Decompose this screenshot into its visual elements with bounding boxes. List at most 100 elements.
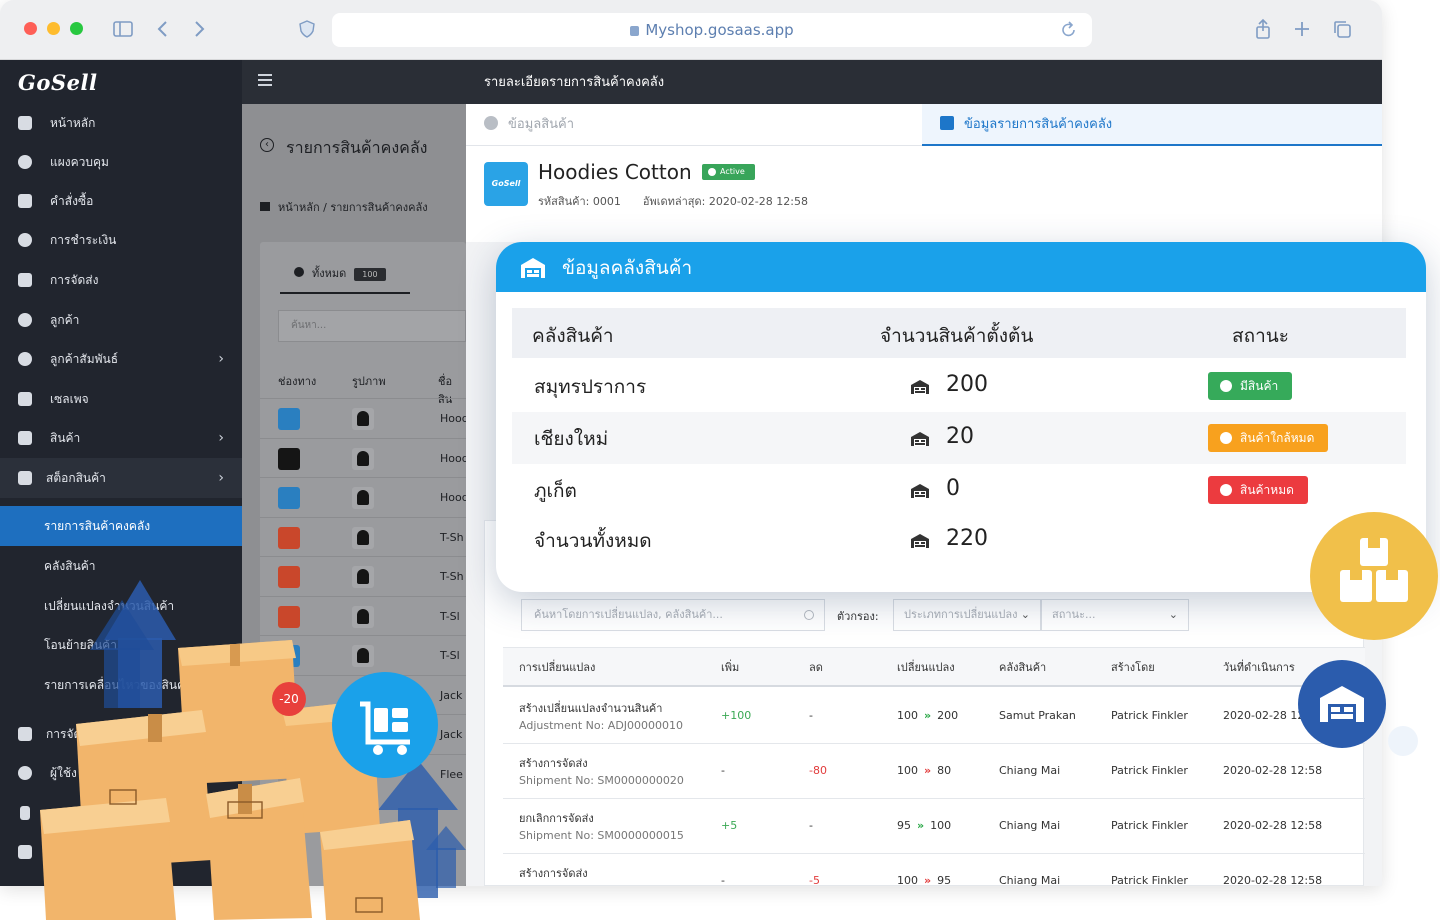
- warehouse-name: Chiang Mai: [999, 874, 1061, 886]
- table-row[interactable]: Hood: [260, 477, 469, 516]
- change-title: ยกเลิกการจัดส่ง: [519, 812, 594, 825]
- change-reference[interactable]: Shipment No: SM0000000015: [519, 884, 684, 886]
- ban-icon: [1220, 484, 1232, 496]
- sidebar-item-salepage[interactable]: เซลเพจ: [0, 379, 242, 419]
- warehouse-icon: [911, 380, 929, 394]
- search-icon: [804, 610, 814, 620]
- stock-status-badge: สินค้าหมด: [1208, 476, 1308, 504]
- double-chevron-right-icon: »: [924, 874, 932, 886]
- status-label: มีสินค้า: [1240, 379, 1279, 393]
- sidebar-item-shipping[interactable]: การจัดส่ง: [0, 260, 242, 300]
- breadcrumb-current: รายการสินค้าคงคลัง: [330, 201, 428, 214]
- close-window-dot[interactable]: [24, 22, 37, 35]
- url-text: Myshop.gosaas.app: [645, 21, 794, 39]
- breadcrumb-home[interactable]: หน้าหลัก: [278, 201, 320, 214]
- action-date: 2020-02-28 12:58: [1223, 764, 1323, 777]
- qty-subtracted: -: [809, 709, 813, 722]
- created-by: Patrick Finkler: [1111, 819, 1188, 832]
- shield-icon[interactable]: [296, 18, 318, 40]
- gosell-channel-icon: [278, 408, 300, 430]
- table-row[interactable]: Hood: [260, 437, 469, 477]
- change-title: สร้างเปลี่ยนแปลงจำนวนสินค้า: [519, 702, 663, 715]
- sidebar-item-label: รายการสินค้าคงคลัง: [44, 519, 151, 533]
- sidebar-item-customers[interactable]: ลูกค้า: [0, 300, 242, 340]
- tab-inventory-info[interactable]: ข้อมูลรายการสินค้าคงคลัง: [922, 104, 1382, 146]
- forward-icon[interactable]: [188, 18, 210, 40]
- dashboard-icon: [18, 155, 32, 169]
- column-header-date[interactable]: วันที่ดำเนินการ: [1223, 648, 1295, 688]
- new-tab-icon[interactable]: [1291, 18, 1313, 40]
- filter-type-select[interactable]: ประเภทการเปลี่ยนแปลง ⌄: [893, 599, 1041, 631]
- filter-status-select[interactable]: สถานะ... ⌄: [1041, 599, 1189, 631]
- column-header-delta[interactable]: เปลี่ยนแปลง: [897, 648, 955, 688]
- warehouse-circle-icon: [1298, 660, 1386, 748]
- column-header-add[interactable]: เพิ่ม: [721, 648, 739, 688]
- qty-subtracted: -80: [809, 764, 827, 777]
- qty-added: +100: [721, 709, 752, 722]
- table-row[interactable]: สร้างการจัดส่ง Shipment No: SM0000000020 -…: [503, 744, 1365, 799]
- address-bar[interactable]: Myshop.gosaas.app: [332, 13, 1092, 47]
- sidebar-item-products[interactable]: สินค้า ›: [0, 418, 242, 458]
- column-header-change[interactable]: การเปลี่ยนแปลง: [519, 648, 595, 688]
- gosell-logo[interactable]: GoSell: [18, 70, 97, 95]
- minimize-window-dot[interactable]: [47, 22, 60, 35]
- table-row[interactable]: ยกเลิกการจัดส่ง Shipment No: SM0000000015…: [503, 799, 1365, 854]
- back-icon[interactable]: [152, 18, 174, 40]
- warehouse-row: ภูเก็ต 0 สินค้าหมด: [512, 464, 1406, 516]
- zoom-window-dot[interactable]: [70, 22, 83, 35]
- product-image: [352, 487, 374, 509]
- qty-added: -: [721, 874, 725, 886]
- change-reference[interactable]: Shipment No: SM0000000020: [519, 774, 684, 787]
- tab-product-info[interactable]: ข้อมูลสินค้า: [484, 104, 574, 146]
- home-icon: [18, 116, 32, 130]
- column-header-initial-qty: จำนวนสินค้าตั้งต้น: [880, 325, 1034, 347]
- sidebar-item-stock[interactable]: สต็อกสินค้า ›: [0, 458, 242, 498]
- double-chevron-right-icon: »: [917, 819, 925, 832]
- total-label: จำนวนทั้งหมด: [534, 530, 652, 552]
- tab-label: ทั้งหมด: [312, 267, 347, 280]
- sidebar-item-crm[interactable]: ลูกค้าสัมพันธ์ ›: [0, 339, 242, 379]
- share-icon[interactable]: [1252, 18, 1274, 40]
- sidebar-item-dashboard[interactable]: แผงควบคุม: [0, 142, 242, 182]
- qty-change: 100 » 200: [897, 709, 958, 722]
- sidebar-sub-inventory-list[interactable]: รายการสินค้าคงคลัง: [0, 506, 242, 546]
- tab-all[interactable]: ทั้งหมด 100: [294, 264, 386, 282]
- sidebar-item-orders[interactable]: คำสั่งซื้อ: [0, 181, 242, 221]
- product-image: [352, 526, 374, 549]
- status-label: สินค้าใกล้หมด: [1240, 431, 1315, 445]
- reload-icon[interactable]: [1060, 13, 1078, 59]
- window-icon: [18, 392, 32, 406]
- table-row[interactable]: Hood: [260, 398, 469, 437]
- sidebar-item-label: หน้าหลัก: [50, 116, 96, 130]
- sidebar-item-home[interactable]: หน้าหลัก: [0, 103, 242, 143]
- column-header-warehouse[interactable]: คลังสินค้า: [999, 648, 1046, 688]
- change-reference[interactable]: Adjustment No: ADJ00000010: [519, 719, 683, 732]
- inventory-cart-circle-icon: [332, 672, 438, 778]
- column-header-created-by[interactable]: สร้างโดย: [1111, 648, 1155, 688]
- info-icon: [484, 116, 498, 130]
- table-row[interactable]: สร้างเปลี่ยนแปลงจำนวนสินค้า Adjustment No…: [503, 689, 1365, 744]
- search-input[interactable]: ค้นหา...: [278, 310, 466, 342]
- double-chevron-right-icon: »: [924, 764, 932, 777]
- page-title: รายการสินค้าคงคลัง: [286, 138, 428, 157]
- qty-change: 95 » 100: [897, 819, 951, 832]
- warehouse-name: Chiang Mai: [999, 819, 1061, 832]
- decorative-dot: [1388, 726, 1418, 756]
- history-search-input[interactable]: ค้นหาโดยการเปลี่ยนแปลง, คลังสินค้า...: [521, 599, 825, 631]
- column-header-subtract[interactable]: ลด: [809, 648, 823, 688]
- sidebar-item-payments[interactable]: การชำระเงิน: [0, 220, 242, 260]
- chevron-down-icon: ⌄: [1168, 608, 1178, 621]
- table-row[interactable]: สร้างการจัดส่ง Shipment No: SM0000000015 -…: [503, 854, 1365, 886]
- sidebar-toggle-icon[interactable]: [112, 18, 134, 40]
- back-circle-icon[interactable]: ‹: [260, 138, 274, 152]
- table-row[interactable]: T-Sh: [260, 516, 466, 556]
- tabs-overview-icon[interactable]: [1331, 18, 1353, 40]
- warehouse-icon: [940, 116, 954, 130]
- product-code: รหัสสินค้า: 0001: [538, 195, 621, 208]
- change-reference[interactable]: Shipment No: SM0000000015: [519, 829, 684, 842]
- action-date: 2020-02-28 12:58: [1223, 874, 1323, 886]
- column-header-image[interactable]: รูปภาพ: [352, 372, 386, 390]
- menu-hamburger-icon[interactable]: [258, 74, 272, 86]
- column-header-channel[interactable]: ช่องทาง: [278, 372, 316, 390]
- breadcrumb-separator: /: [323, 201, 327, 214]
